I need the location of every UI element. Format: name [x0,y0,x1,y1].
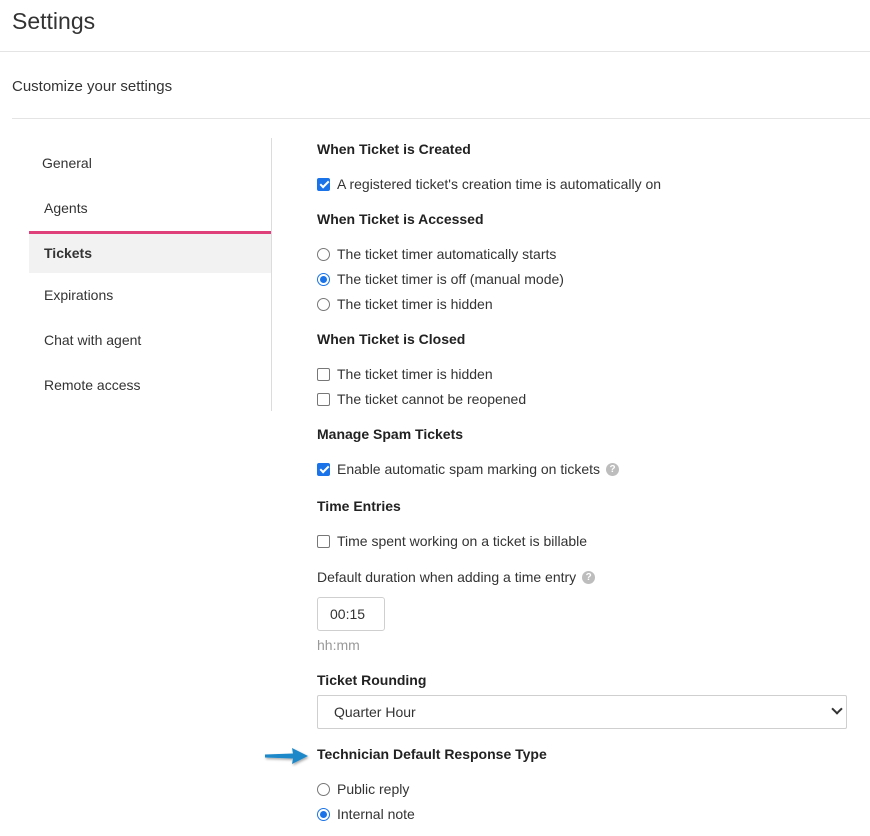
section-heading-rounding: Ticket Rounding [317,672,427,688]
sidebar-item-agents[interactable]: Agents [29,186,272,231]
closed-timer-hidden-checkbox-row[interactable]: The ticket timer is hidden [317,365,493,383]
sidebar-item-general[interactable]: General [29,141,272,186]
page-subtitle: Customize your settings [12,78,173,95]
section-heading-time-entries: Time Entries [317,498,401,514]
header-divider [0,51,870,52]
timer-hidden-radio[interactable] [317,297,330,311]
timer-auto-start-radio[interactable] [317,247,330,261]
default-duration-input[interactable] [317,597,385,631]
ticket-rounding-select[interactable]: Quarter Hour [317,695,847,729]
question-circle-icon[interactable]: ? [582,570,596,584]
billable-checkbox[interactable] [317,534,330,548]
timer-hidden-radio-row[interactable]: The ticket timer is hidden [317,295,493,313]
public-reply-radio-row[interactable]: Public reply [317,780,409,798]
spam-marking-checkbox-row[interactable]: Enable automatic spam marking on tickets… [317,460,620,478]
timer-manual-label: The ticket timer is off (manual mode) [337,271,564,287]
section-heading-closed: When Ticket is Closed [317,331,466,347]
section-heading-spam: Manage Spam Tickets [317,426,464,442]
public-reply-radio[interactable] [317,782,330,796]
section-heading-created: When Ticket is Created [317,141,471,157]
page-title: Settings [12,8,96,34]
subtitle-divider [12,118,870,119]
closed-timer-hidden-checkbox[interactable] [317,367,330,381]
arrow-right-icon [265,748,308,764]
billable-label: Time spent working on a ticket is billab… [337,533,588,549]
spam-marking-label: Enable automatic spam marking on tickets [337,461,601,477]
cannot-reopen-label: The ticket cannot be reopened [337,391,527,407]
timer-hidden-label: The ticket timer is hidden [337,296,493,312]
sidebar-item-chat-with-agent[interactable]: Chat with agent [29,318,272,363]
default-duration-label: Default duration when adding a time entr… [317,569,577,585]
section-heading-response-type: Technician Default Response Type [317,746,547,762]
sidebar-divider [271,138,272,411]
duration-format-hint: hh:mm [317,637,360,653]
ticket-rounding-value: Quarter Hour [334,704,416,720]
sidebar-item-tickets[interactable]: Tickets [29,231,272,273]
chevron-down-icon [831,703,843,715]
internal-note-radio[interactable] [317,807,330,821]
default-duration-label-row: Default duration when adding a time entr… [317,569,596,585]
timer-manual-radio[interactable] [317,272,330,286]
billable-checkbox-row[interactable]: Time spent working on a ticket is billab… [317,532,587,550]
sidebar-item-expirations[interactable]: Expirations [29,273,272,318]
creation-time-checkbox[interactable] [317,177,330,191]
sidebar-item-remote-access[interactable]: Remote access [29,363,272,408]
spam-marking-checkbox[interactable] [317,462,330,476]
timer-auto-start-radio-row[interactable]: The ticket timer automatically starts [317,245,556,263]
internal-note-radio-row[interactable]: Internal note [317,805,415,823]
question-circle-icon[interactable]: ? [606,462,620,476]
timer-manual-radio-row[interactable]: The ticket timer is off (manual mode) [317,270,564,288]
cannot-reopen-checkbox-row[interactable]: The ticket cannot be reopened [317,390,526,408]
settings-sidebar: General Agents Tickets Expirations Chat … [29,141,272,408]
cannot-reopen-checkbox[interactable] [317,392,330,406]
public-reply-label: Public reply [337,781,410,797]
internal-note-label: Internal note [337,806,415,822]
creation-time-checkbox-row[interactable]: A registered ticket's creation time is a… [317,175,661,193]
timer-auto-start-label: The ticket timer automatically starts [337,246,557,262]
section-heading-accessed: When Ticket is Accessed [317,211,484,227]
creation-time-label: A registered ticket's creation time is a… [337,176,662,192]
closed-timer-hidden-label: The ticket timer is hidden [337,366,493,382]
